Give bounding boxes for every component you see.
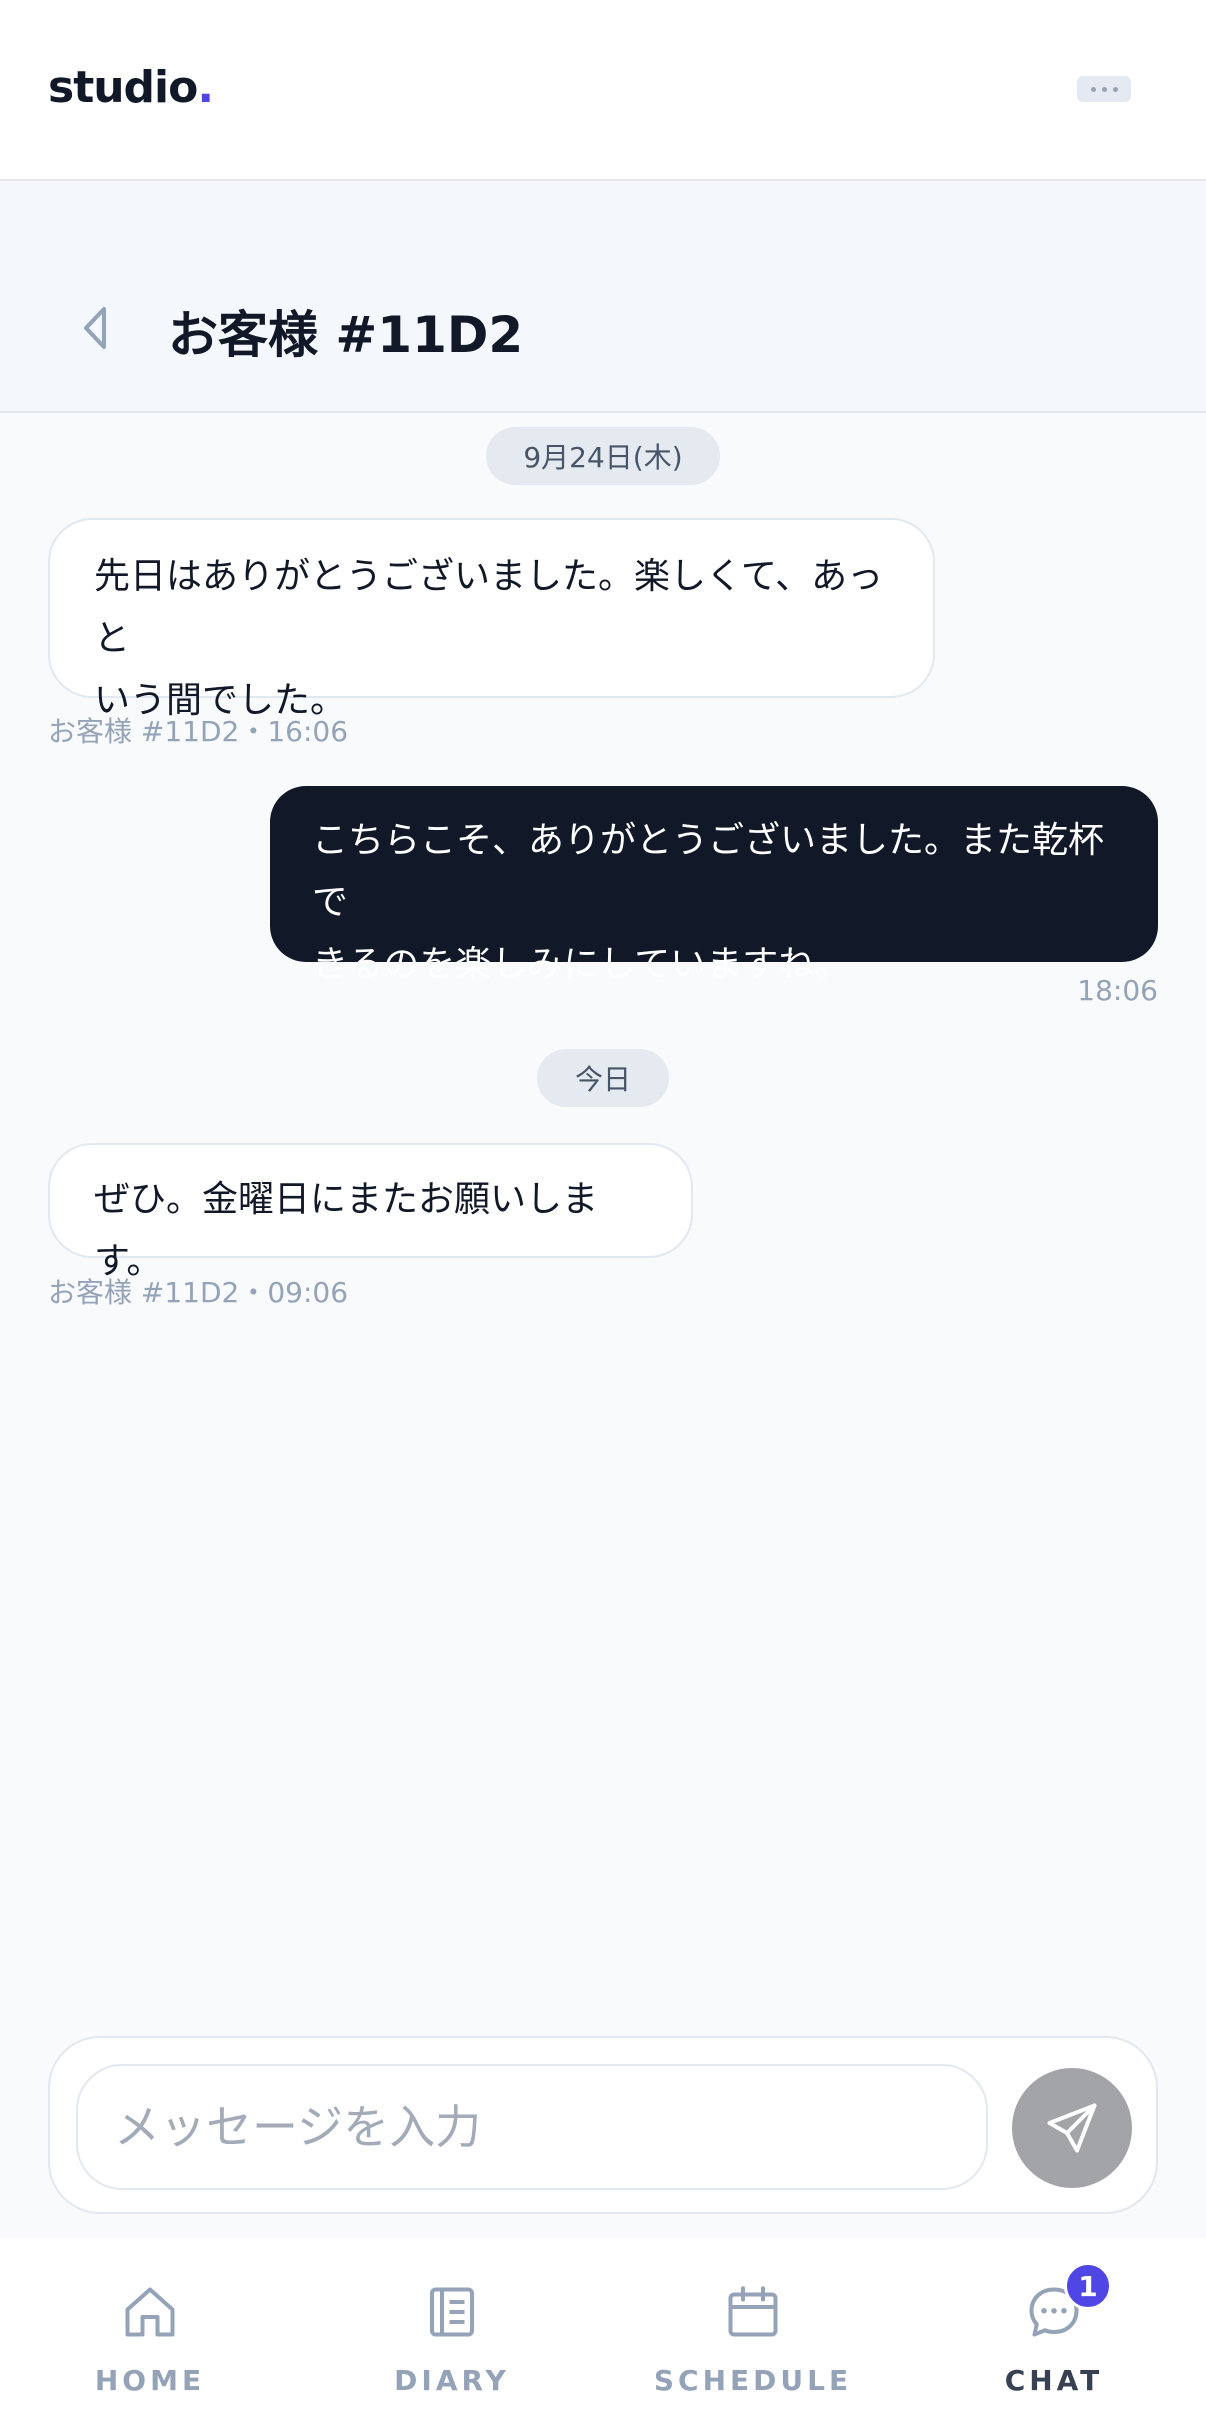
back-arrow-icon [84, 307, 106, 349]
message-line: こちらこそ、ありがとうございました。また乾杯で [312, 820, 1105, 923]
send-button[interactable] [1012, 2068, 1132, 2188]
home-icon [120, 2282, 180, 2342]
more-options-button[interactable] [1077, 76, 1131, 102]
dot-icon [1101, 86, 1107, 92]
dot-icon [1112, 86, 1118, 92]
send-icon [1047, 2103, 1097, 2153]
calendar-icon [723, 2282, 783, 2342]
nav-label: DIARY [394, 2364, 510, 2397]
nav-label: CHAT [1004, 2364, 1104, 2397]
back-button[interactable] [70, 303, 120, 353]
logo-text: studio [48, 62, 198, 113]
app-logo[interactable]: studio. [48, 62, 214, 113]
message-line: きるのを楽しみにしていますね。 [312, 944, 851, 985]
diary-icon [422, 2282, 482, 2342]
chat-title: お客様 #11D2 [168, 306, 524, 364]
logo-dot: . [197, 62, 214, 113]
message-composer [48, 2036, 1158, 2214]
nav-label: HOME [94, 2364, 206, 2397]
nav-item-home[interactable]: HOME [40, 2238, 260, 2432]
message-line: 先日はありがとうございました。楽しくて、あっと [94, 556, 884, 659]
date-separator: 今日 [537, 1049, 669, 1107]
message-bubble-outgoing: こちらこそ、ありがとうございました。また乾杯で きるのを楽しみにしていますね。 [270, 786, 1158, 985]
bottom-navigation: HOME DIARY SCHEDULE 1 CHAT [0, 2238, 1206, 2432]
dot-icon [1090, 86, 1096, 92]
message-bubble-incoming: ぜひ。金曜日にまたお願いします。 [48, 1143, 693, 1282]
app-header: studio. [0, 0, 1206, 181]
date-separator: 9月24日(木) [486, 427, 720, 485]
message-input[interactable] [76, 2064, 988, 2190]
message-time: 18:06 [1077, 974, 1158, 1007]
message-meta: お客様 #11D2・09:06 [48, 1276, 349, 1309]
message-meta: お客様 #11D2・16:06 [48, 715, 349, 748]
nav-item-diary[interactable]: DIARY [342, 2238, 562, 2432]
nav-item-schedule[interactable]: SCHEDULE [643, 2238, 863, 2432]
chat-header: お客様 #11D2 [0, 183, 1206, 413]
nav-item-chat[interactable]: 1 CHAT [944, 2238, 1164, 2432]
chat-icon: 1 [1024, 2262, 1112, 2342]
unread-badge: 1 [1064, 2262, 1112, 2310]
nav-label: SCHEDULE [653, 2364, 853, 2397]
message-bubble-incoming: 先日はありがとうございました。楽しくて、あっと いう間でした。 [48, 518, 935, 721]
